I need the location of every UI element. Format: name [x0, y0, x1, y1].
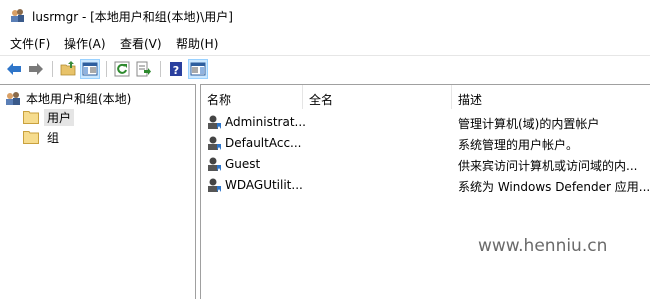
- table-row[interactable]: DefaultAcc... 系统管理的用户帐户。: [201, 132, 649, 153]
- table-row[interactable]: Guest 供来宾访问计算机或访问域的内...: [201, 153, 649, 174]
- menu-help[interactable]: 帮助(H): [176, 35, 218, 52]
- show-hide-console-tree-button[interactable]: [80, 59, 100, 79]
- tree-root-label: 本地用户和组(本地): [26, 92, 132, 106]
- user-description: 供来宾访问计算机或访问域的内...: [458, 159, 638, 173]
- column-header-label: 全名: [309, 93, 334, 107]
- user-name: Administrat...: [225, 115, 306, 129]
- svg-text:?: ?: [173, 64, 179, 77]
- user-name: Guest: [225, 157, 261, 171]
- show-hide-action-pane-button[interactable]: [188, 59, 208, 79]
- title-bar: lusrmgr - [本地用户和组(本地)\用户]: [0, 0, 650, 32]
- user-name: WDAGUtilit...: [225, 178, 303, 192]
- export-list-icon: [136, 61, 151, 77]
- back-button[interactable]: [4, 59, 24, 79]
- tree-node-label: 组: [47, 131, 60, 145]
- console-tree-icon: [82, 62, 98, 76]
- table-row[interactable]: Administrat... 管理计算机(域)的内置帐户: [201, 111, 649, 132]
- up-one-level-button[interactable]: [58, 59, 78, 79]
- help-button[interactable]: ?: [166, 59, 186, 79]
- menu-view[interactable]: 查看(V): [120, 35, 162, 52]
- forward-button[interactable]: [26, 59, 46, 79]
- action-pane-icon: [190, 62, 206, 76]
- column-header-full-name[interactable]: 全名: [303, 86, 451, 110]
- folder-icon: [23, 131, 39, 144]
- toolbar-separator: [160, 61, 161, 77]
- refresh-button[interactable]: [112, 59, 132, 79]
- user-icon: [208, 115, 221, 129]
- watermark-text: www.henniu.cn: [478, 236, 608, 256]
- users-groups-icon: [6, 92, 20, 105]
- column-header-name[interactable]: 名称: [201, 86, 302, 110]
- user-icon: [208, 136, 221, 150]
- console-tree-pane: 本地用户和组(本地) 用户 组: [0, 84, 196, 299]
- window-title: lusrmgr - [本地用户和组(本地)\用户]: [32, 10, 233, 24]
- export-list-button[interactable]: [134, 59, 154, 79]
- table-row[interactable]: WDAGUtilit... 系统为 Windows Defender 应用...: [201, 174, 650, 195]
- user-icon: [208, 178, 221, 192]
- column-header-label: 描述: [458, 93, 483, 107]
- user-description: 系统管理的用户帐户。: [458, 138, 579, 152]
- menu-file[interactable]: 文件(F): [10, 35, 50, 52]
- toolbar-separator: [106, 61, 107, 77]
- user-icon: [208, 157, 221, 171]
- menu-action[interactable]: 操作(A): [64, 35, 106, 52]
- user-name: DefaultAcc...: [225, 136, 302, 150]
- column-header-label: 名称: [207, 93, 232, 107]
- lusrmgr-app-icon[interactable]: [9, 7, 25, 23]
- menu-bar: 文件(F) 操作(A) 查看(V) 帮助(H): [0, 33, 650, 53]
- folder-up-icon: [60, 61, 76, 76]
- user-description: 系统为 Windows Defender 应用...: [458, 180, 650, 194]
- tree-node-label: 用户: [44, 109, 75, 126]
- toolbar-separator: [52, 61, 53, 77]
- help-icon: ?: [170, 62, 182, 77]
- user-description: 管理计算机(域)的内置帐户: [458, 117, 600, 131]
- toolbar: ?: [0, 55, 650, 83]
- folder-icon: [23, 111, 39, 124]
- results-pane: 名称 全名 描述 Administrat... 管理计算机(域)的内置帐户 De…: [200, 84, 650, 299]
- column-header-description[interactable]: 描述: [452, 86, 649, 110]
- forward-arrow-icon: [29, 63, 43, 75]
- back-arrow-icon: [7, 63, 21, 75]
- refresh-icon: [114, 61, 130, 77]
